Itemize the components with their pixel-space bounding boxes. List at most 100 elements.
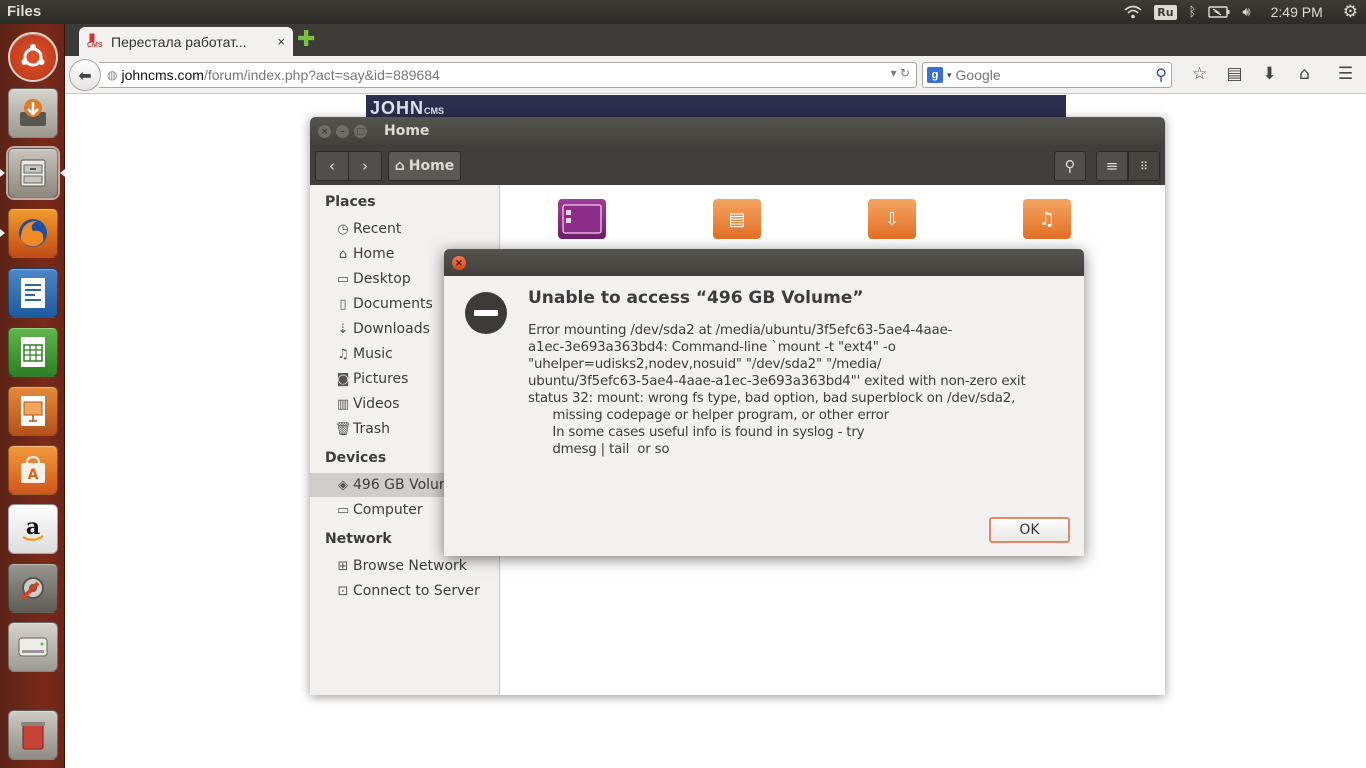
close-icon[interactable]: ×: [452, 256, 466, 270]
file-cabinet-icon[interactable]: [6, 146, 60, 200]
amazon-icon[interactable]: a: [8, 504, 58, 554]
sidebar-item-browse-network[interactable]: ⊞ Browse Network: [333, 554, 500, 578]
downloads-icon[interactable]: ⬇: [1252, 64, 1287, 84]
launcher: A a: [0, 24, 65, 768]
desktop-folder-icon[interactable]: [558, 199, 606, 239]
sidebar-item-connect-to-server[interactable]: ⊡ Connect to Server: [333, 579, 500, 603]
chevron-down-icon[interactable]: ▾: [891, 66, 897, 80]
server-icon: ⊡: [337, 583, 349, 599]
chevron-right-icon: ›: [362, 157, 368, 175]
clock-icon: ◷: [337, 221, 349, 237]
svg-text:A: A: [28, 467, 39, 483]
ok-button[interactable]: OK: [989, 517, 1070, 543]
ubuntu-logo-icon[interactable]: [8, 32, 58, 82]
close-icon[interactable]: ×: [318, 125, 331, 138]
app-name: Files: [7, 3, 42, 20]
launcher-running-indicator: [0, 169, 5, 177]
browser-tab[interactable]: ▐▌ CMS Перестала работат... ×: [79, 27, 293, 56]
files-titlebar: × – □ Home: [310, 117, 1165, 147]
bluetooth-icon[interactable]: ᛒ: [1189, 5, 1197, 20]
list-view-button[interactable]: ≡: [1096, 151, 1128, 181]
hard-drive-icon: ◈: [338, 477, 348, 493]
hard-drive-icon[interactable]: [8, 622, 58, 672]
path-home-label: Home: [408, 158, 455, 174]
reload-icon[interactable]: ↻: [900, 66, 910, 80]
keyboard-layout-indicator[interactable]: Ru: [1154, 4, 1177, 20]
music-icon: ♫: [1038, 208, 1056, 230]
system-tray: Ru ᛒ 🔊︎ 2:49 PM ⚙: [1118, 0, 1366, 24]
chevron-left-icon: ‹: [329, 157, 335, 175]
gear-icon[interactable]: ⚙: [1343, 2, 1358, 22]
svg-text:a: a: [26, 514, 40, 540]
network-header: Network: [325, 531, 392, 547]
tab-close-button[interactable]: ×: [277, 34, 285, 49]
home-icon: ⌂: [338, 246, 348, 262]
volume-icon[interactable]: 🔊︎: [1242, 5, 1250, 20]
grid-view-button[interactable]: ⠿: [1128, 151, 1160, 181]
search-box[interactable]: g ▾ Google ⚲: [922, 62, 1172, 88]
battery-icon[interactable]: [1208, 6, 1230, 18]
sidebar-item-recent[interactable]: ◷ Recent: [333, 217, 500, 241]
downloads-folder-icon[interactable]: ⇩: [868, 199, 916, 239]
network-icon: ⊞: [337, 558, 349, 574]
maximize-icon[interactable]: □: [354, 125, 367, 138]
tab-strip: ▐▌ CMS Перестала работат... × ✚: [65, 24, 1366, 56]
url-dropdown-reload[interactable]: ▾ ↻: [891, 66, 910, 80]
google-icon[interactable]: g: [927, 67, 943, 83]
dialog-message: Error mounting /dev/sda2 at /media/ubunt…: [528, 323, 1026, 457]
window-title: Home: [384, 123, 430, 139]
path-home-button[interactable]: ⌂ Home: [388, 151, 461, 181]
menu-icon[interactable]: ☰: [1328, 64, 1363, 84]
writer-icon[interactable]: [8, 268, 58, 318]
installer-icon[interactable]: [8, 88, 58, 138]
document-icon: ▤: [728, 208, 746, 230]
back-arrow-icon: ⬅: [78, 65, 92, 85]
minimize-icon[interactable]: –: [336, 125, 349, 138]
favicon-icon: ▐▌ CMS: [87, 34, 103, 49]
toolbar-buttons: ☆ ▤ ⬇ ⌂ ☰: [1182, 64, 1363, 84]
home-icon[interactable]: ⌂: [1287, 64, 1322, 84]
places-header: Places: [325, 194, 376, 210]
film-icon: ▥: [336, 396, 350, 412]
error-dialog: × Unable to access “496 GB Volume” Error…: [444, 249, 1084, 556]
shopping-bag-icon[interactable]: A: [8, 445, 58, 495]
launcher-running-indicator: [0, 229, 5, 237]
tab-title: Перестала работат...: [111, 33, 247, 50]
url-path: /forum/index.php?act=say&id=889684: [203, 67, 440, 83]
documents-folder-icon[interactable]: ▤: [713, 199, 761, 239]
wifi-icon[interactable]: [1124, 5, 1142, 19]
search-placeholder: Google: [955, 67, 1001, 83]
search-icon[interactable]: ⚲: [1155, 65, 1167, 85]
document-icon: ▯: [339, 296, 347, 312]
new-tab-button[interactable]: ✚: [297, 29, 315, 51]
bookmarks-menu-icon[interactable]: ▤: [1217, 64, 1252, 84]
site-logo-text: JOHN: [370, 98, 425, 118]
back-button[interactable]: ⬅: [69, 59, 101, 91]
clock[interactable]: 2:49 PM: [1271, 4, 1323, 20]
folder-icon: ▭: [336, 271, 350, 287]
back-button[interactable]: ‹: [315, 151, 349, 181]
site-header: JOHNCMS: [366, 95, 1066, 118]
music-icon: ♫: [337, 346, 349, 362]
download-icon: ⇩: [884, 208, 900, 230]
bookmark-star-icon[interactable]: ☆: [1182, 64, 1217, 84]
top-panel: Files Ru ᛒ 🔊︎ 2:49 PM ⚙: [0, 0, 1366, 24]
settings-icon[interactable]: [8, 563, 58, 613]
dialog-titlebar: ×: [444, 249, 1084, 276]
calc-icon[interactable]: [8, 327, 58, 377]
computer-icon: ▭: [336, 502, 350, 518]
search-icon: ⚲: [1064, 157, 1076, 175]
impress-icon[interactable]: [8, 386, 58, 436]
site-logo-small: CMS: [424, 106, 445, 116]
music-folder-icon[interactable]: ♫: [1023, 199, 1071, 239]
download-icon: ⇣: [337, 321, 349, 337]
trash-icon[interactable]: [8, 710, 58, 760]
devices-header: Devices: [325, 450, 387, 466]
camera-icon: ◙: [336, 371, 350, 387]
url-bar[interactable]: ◍ johncms.com /forum/index.php?act=say&i…: [99, 62, 917, 88]
search-button[interactable]: ⚲: [1054, 151, 1086, 181]
grid-icon: ⠿: [1139, 159, 1149, 173]
firefox-icon[interactable]: [8, 208, 58, 258]
forward-button[interactable]: ›: [348, 151, 382, 181]
chevron-down-icon[interactable]: ▾: [947, 70, 952, 81]
